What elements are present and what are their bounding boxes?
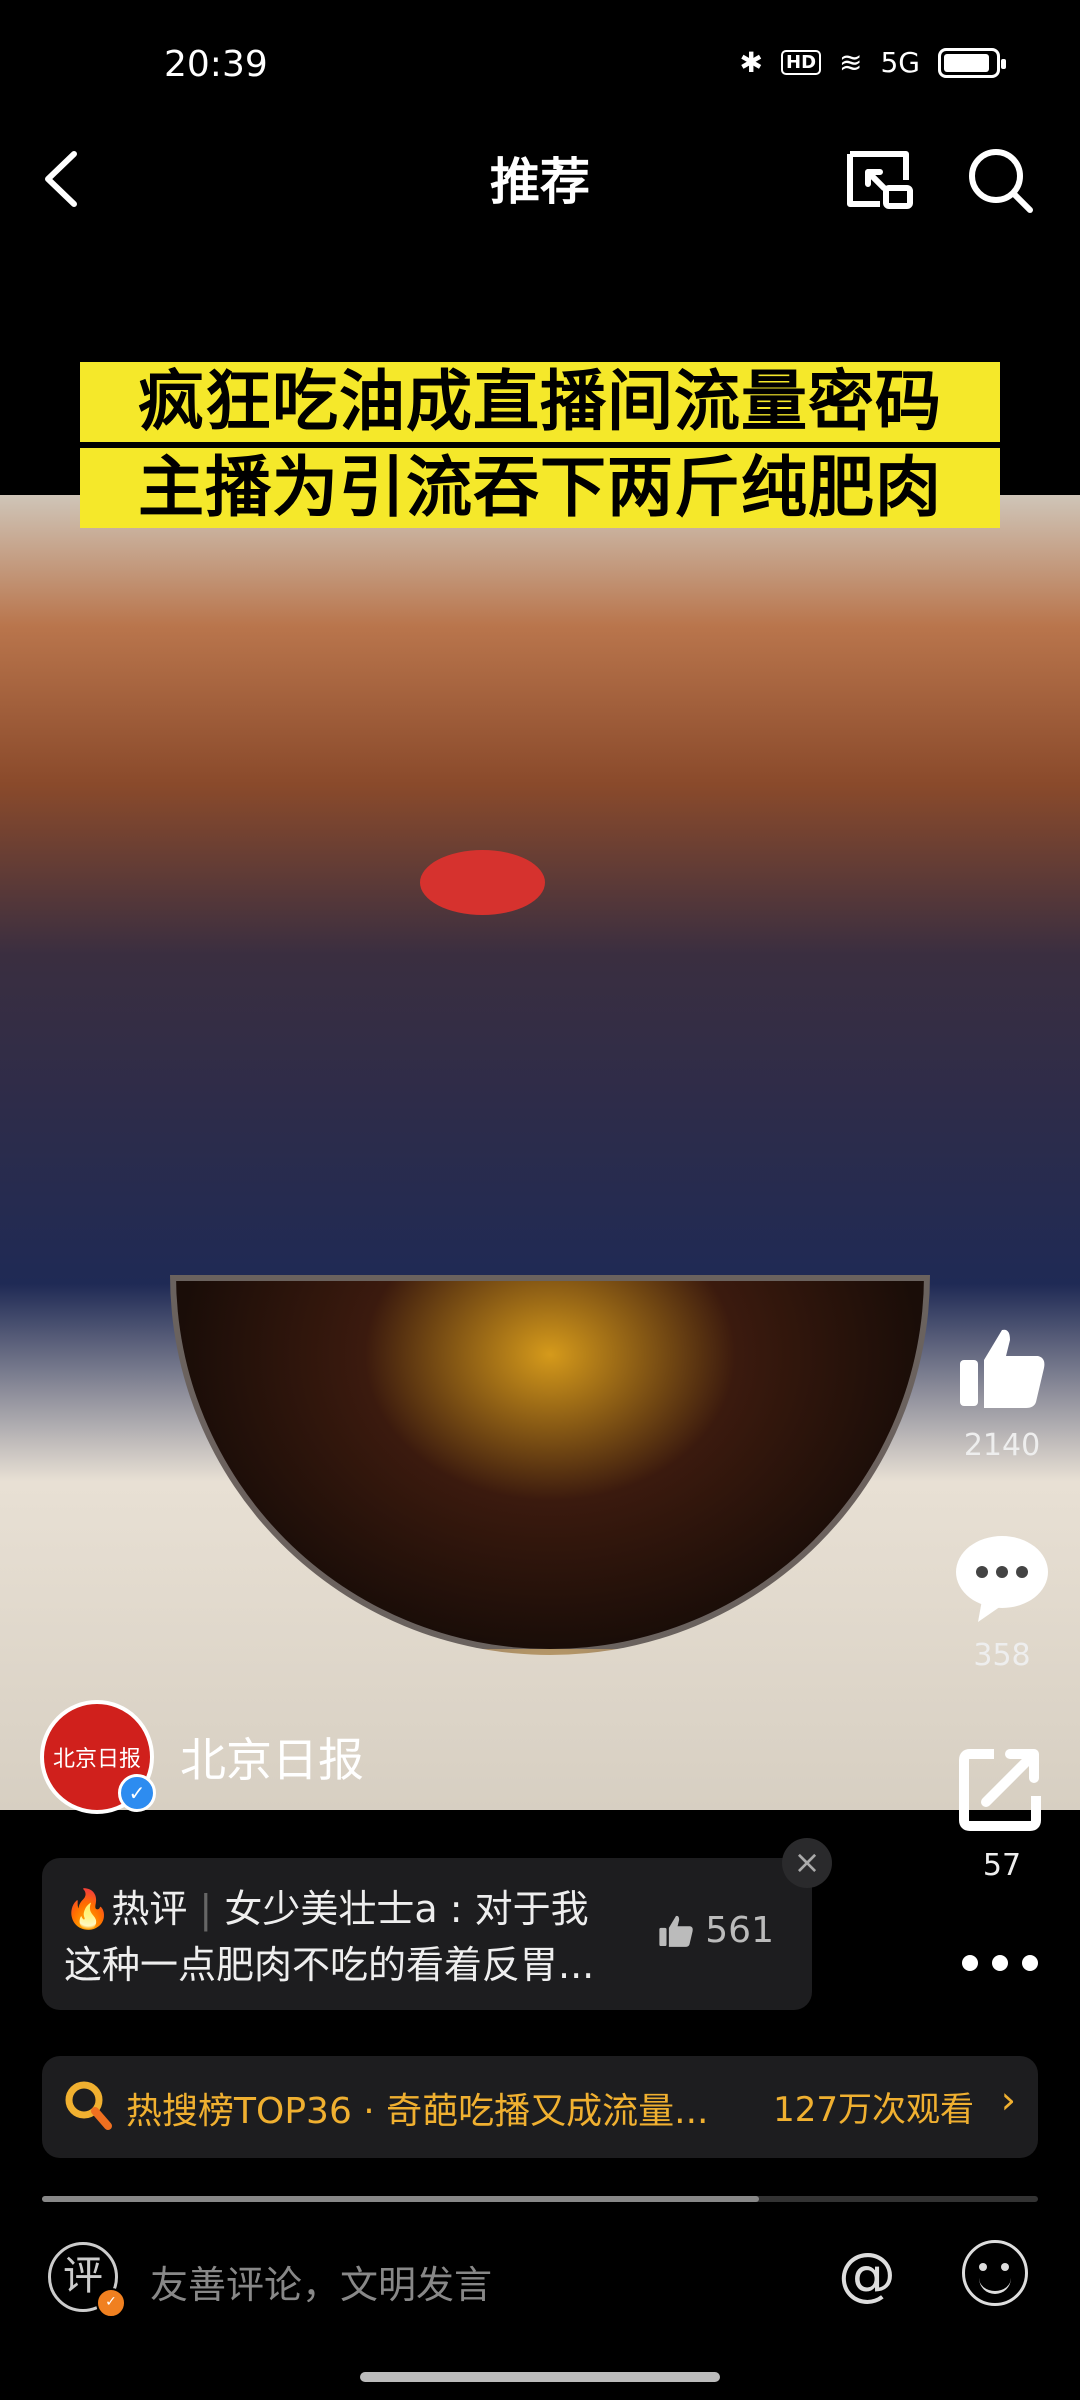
close-icon[interactable]: ×	[782, 1838, 832, 1888]
chevron-right-icon: ›	[1000, 2078, 1016, 2122]
hot-search-views: 127万次观看	[773, 2090, 974, 2130]
like-action[interactable]: 2140	[952, 1320, 1052, 1463]
home-indicator	[360, 2372, 720, 2382]
hot-search-text: 热搜榜TOP36 · 奇葩吃播又成流量...	[126, 2091, 709, 2132]
top-bar: 推荐	[0, 130, 1080, 230]
battery-icon	[938, 47, 1006, 78]
wifi-icon: ≋	[839, 46, 863, 79]
hot-search-banner[interactable]: 热搜榜TOP36 · 奇葩吃播又成流量... 127万次观看 ›	[42, 2056, 1038, 2158]
video-caption: 疯狂吃油成直播间流量密码 主播为引流吞下两斤纯肥肉	[80, 362, 1000, 534]
hot-comment-text-1: 对于我	[474, 1887, 589, 1931]
publisher-avatar[interactable]: 北京日报 ✓	[40, 1700, 156, 1814]
comment-count: 358	[973, 1638, 1031, 1673]
status-bar: 20:39 ✱ HD ≋ 5G	[0, 0, 1080, 130]
publisher-name[interactable]: 北京日报	[180, 1724, 364, 1790]
status-icons: ✱ HD ≋ 5G	[739, 46, 1006, 79]
search-magnifier-icon	[65, 2081, 112, 2130]
status-time: 20:39	[164, 44, 268, 85]
caption-line-2: 主播为引流吞下两斤纯肥肉	[80, 448, 1000, 528]
comment-bubble-icon	[956, 1536, 1048, 1622]
publisher[interactable]: 北京日报 ✓ 北京日报	[40, 1700, 364, 1814]
mention-icon[interactable]: @	[838, 2240, 896, 2308]
comment-action[interactable]: 358	[952, 1530, 1052, 1673]
bluetooth-icon: ✱	[739, 46, 763, 79]
thumb-up-small-icon	[659, 1915, 694, 1947]
signal-icon: 5G	[880, 46, 920, 79]
video-lips	[420, 850, 545, 915]
comment-check-icon: ✓	[96, 2288, 126, 2318]
like-count: 2140	[963, 1428, 1041, 1463]
thumb-up-icon	[960, 1329, 1045, 1408]
video-bowl	[170, 1275, 930, 1655]
hot-comment-tag: 热评	[111, 1887, 188, 1931]
avatar-logo-text: 北京日报	[52, 1747, 141, 1772]
share-icon	[959, 1749, 1041, 1831]
hot-comment-user: 女少美壮士a	[224, 1887, 438, 1931]
more-options-icon[interactable]	[962, 1955, 1038, 1971]
comment-input[interactable]: 友善评论，文明发言	[150, 2254, 492, 2309]
video-progress[interactable]	[42, 2196, 1038, 2202]
hd-icon: HD	[781, 50, 822, 75]
hot-comment-card[interactable]: 🔥热评 | 女少美壮士a : 对于我 这种一点肥肉不吃的看着反胃... 561 …	[42, 1838, 832, 2010]
emoji-icon[interactable]	[962, 2240, 1028, 2306]
video-frame	[0, 495, 1080, 1810]
fire-icon: 🔥	[64, 1887, 112, 1931]
cast-screen-icon[interactable]	[840, 140, 920, 220]
share-action[interactable]: 57	[952, 1740, 1052, 1883]
video-progress-fill	[42, 2196, 760, 2202]
hot-comment-like[interactable]: 561	[657, 1910, 774, 1951]
share-count: 57	[982, 1848, 1022, 1883]
hot-comment-line-1: 🔥热评 | 女少美壮士a : 对于我	[64, 1887, 589, 1931]
caption-line-1: 疯狂吃油成直播间流量密码	[80, 362, 1000, 442]
search-icon[interactable]	[960, 140, 1040, 220]
hot-comment-like-count: 561	[705, 1910, 774, 1951]
comment-bar: 评 ✓ 友善评论，文明发言 @	[0, 2224, 1080, 2400]
hot-comment-line-2: 这种一点肥肉不吃的看着反胃...	[64, 1943, 595, 1987]
verified-icon: ✓	[118, 1774, 156, 1812]
video-player[interactable]: 疯狂吃油成直播间流量密码 主播为引流吞下两斤纯肥肉	[0, 250, 1080, 1810]
